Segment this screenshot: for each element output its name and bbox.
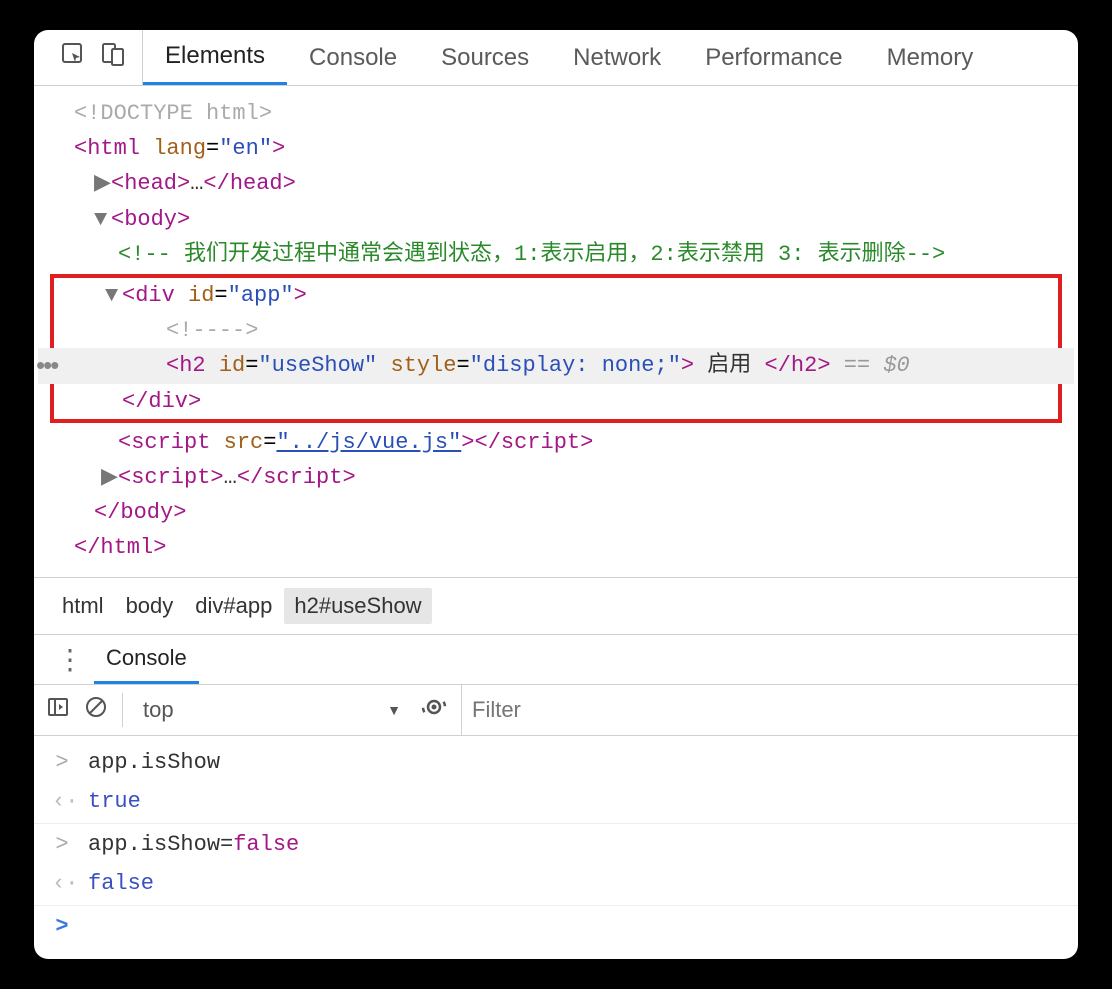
- more-actions-icon[interactable]: •••: [36, 345, 57, 387]
- output-chevron-icon: ‹·: [52, 865, 72, 904]
- dom-div-app-open[interactable]: ▼<div id="app">: [58, 278, 1054, 313]
- toolbar-icon-group: [44, 30, 143, 85]
- breadcrumb-div-app[interactable]: div#app: [185, 588, 282, 624]
- console-sidebar-toggle-icon[interactable]: [46, 695, 70, 725]
- console-input-line[interactable]: > app.isShow: [52, 744, 1060, 783]
- dom-empty-comment[interactable]: <!---->: [58, 313, 1054, 348]
- prompt-chevron-icon: >: [52, 908, 72, 947]
- devtools-window: Elements Console Sources Network Perform…: [34, 30, 1078, 959]
- console-output-line: ‹· false: [52, 865, 1060, 904]
- execution-context-select[interactable]: top ▼: [137, 697, 407, 723]
- dom-div-app-close[interactable]: </div>: [58, 384, 1054, 419]
- breadcrumb: html body div#app h2#useShow: [34, 577, 1078, 634]
- tab-memory[interactable]: Memory: [865, 30, 996, 85]
- tab-elements[interactable]: Elements: [143, 30, 287, 85]
- console-drawer-header: ⋮ Console: [34, 634, 1078, 684]
- dom-script-collapsed[interactable]: ▶<script>…</script>: [54, 460, 1058, 495]
- dom-head[interactable]: ▶<head>…</head>: [54, 166, 1058, 201]
- main-toolbar: Elements Console Sources Network Perform…: [34, 30, 1078, 86]
- dom-html-close[interactable]: </html>: [54, 530, 1058, 565]
- dom-comment-status[interactable]: <!-- 我们开发过程中通常会遇到状态，1:表示启用，2:表示禁用 3: 表示删…: [54, 237, 1058, 272]
- live-expression-icon[interactable]: [421, 694, 447, 726]
- input-chevron-icon: >: [52, 744, 72, 783]
- panel-tabs: Elements Console Sources Network Perform…: [143, 30, 995, 85]
- console-menu-icon[interactable]: ⋮: [46, 646, 94, 674]
- inspect-icon[interactable]: [60, 41, 86, 74]
- clear-console-icon[interactable]: [84, 695, 108, 725]
- chevron-down-icon: ▼: [387, 702, 401, 718]
- dom-script-vue[interactable]: <script src="../js/vue.js"></script>: [54, 425, 1058, 460]
- tab-console[interactable]: Console: [287, 30, 419, 85]
- console-output[interactable]: > app.isShow ‹· true > app.isShow=false …: [34, 736, 1078, 959]
- breadcrumb-body[interactable]: body: [116, 588, 184, 624]
- dom-h2-selected[interactable]: ••• <h2 id="useShow" style="display: non…: [38, 348, 1074, 383]
- device-toggle-icon[interactable]: [100, 41, 126, 74]
- input-chevron-icon: >: [52, 826, 72, 865]
- context-label: top: [143, 697, 174, 723]
- tab-network[interactable]: Network: [551, 30, 683, 85]
- console-output-line: ‹· true: [52, 783, 1060, 822]
- elements-panel[interactable]: <!DOCTYPE html> <html lang="en"> ▶<head>…: [34, 86, 1078, 577]
- output-chevron-icon: ‹·: [52, 783, 72, 822]
- tab-sources[interactable]: Sources: [419, 30, 551, 85]
- console-input-line[interactable]: > app.isShow=false: [52, 826, 1060, 865]
- dom-html-open[interactable]: <html lang="en">: [54, 131, 1058, 166]
- dom-body-close[interactable]: </body>: [54, 495, 1058, 530]
- highlighted-region: ▼<div id="app"> <!----> ••• <h2 id="useS…: [50, 274, 1062, 423]
- console-filter-input[interactable]: [461, 685, 1066, 735]
- dom-doctype[interactable]: <!DOCTYPE html>: [54, 96, 1058, 131]
- breadcrumb-h2-useshow[interactable]: h2#useShow: [284, 588, 431, 624]
- dom-body-open[interactable]: ▼<body>: [54, 202, 1058, 237]
- console-prompt[interactable]: >: [52, 908, 1060, 947]
- tab-performance[interactable]: Performance: [683, 30, 864, 85]
- breadcrumb-html[interactable]: html: [52, 588, 114, 624]
- console-toolbar: top ▼: [34, 684, 1078, 736]
- console-drawer-tab[interactable]: Console: [94, 635, 199, 684]
